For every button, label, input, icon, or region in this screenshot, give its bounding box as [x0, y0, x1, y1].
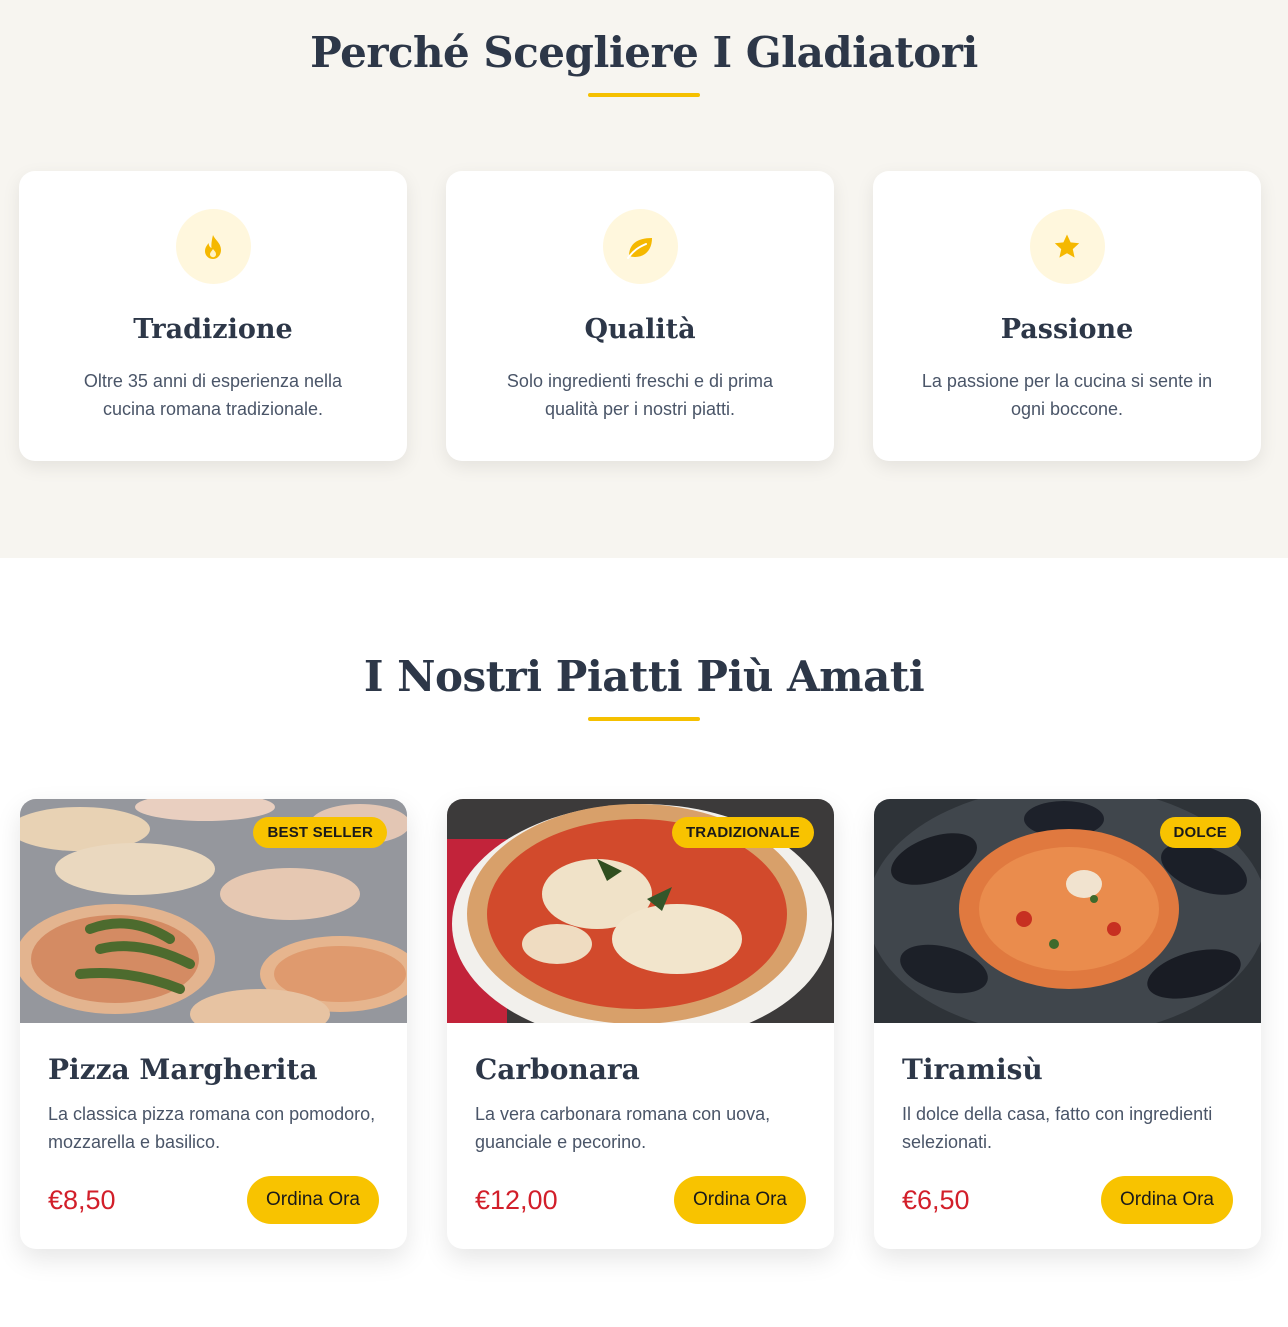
- leaf-icon: [602, 209, 678, 284]
- feature-text: La passione per la cucina si sente in og…: [921, 371, 1213, 419]
- order-now-button[interactable]: Ordina Ora: [674, 1176, 806, 1224]
- dish-name: Pizza Margherita: [48, 1053, 318, 1086]
- order-now-button[interactable]: Ordina Ora: [247, 1176, 379, 1224]
- dish-name: Tiramisù: [902, 1053, 1043, 1086]
- dish-description: La classica pizza romana con pomodoro, m…: [48, 1104, 376, 1152]
- feature-card-passione: Passione La passione per la cucina si se…: [873, 171, 1261, 461]
- features-row: Tradizione Oltre 35 anni di esperienza n…: [0, 171, 1288, 461]
- why-choose-us-section: Perché Scegliere I Gladiatori Tradizione…: [0, 0, 1288, 558]
- feature-title: Passione: [1000, 314, 1134, 345]
- dish-card-pizza-margherita: BEST SELLER Pizza Margherita La classica…: [20, 799, 407, 1249]
- feature-title: Tradizione: [133, 314, 293, 345]
- dish-card-tiramisu: DOLCE Tiramisù Il dolce della casa, fatt…: [874, 799, 1261, 1249]
- title-underline: [588, 717, 700, 721]
- star-icon: [1029, 209, 1105, 284]
- popular-dishes-section: I Nostri Piatti Più Amati BEST SELLER Pi…: [0, 558, 1288, 1327]
- dish-badge: TRADIZIONALE: [671, 817, 814, 848]
- fire-icon: [175, 209, 251, 284]
- title-underline: [588, 93, 700, 97]
- why-section-title: Perché Scegliere I Gladiatori: [310, 28, 978, 77]
- dish-price: €6,50: [902, 1184, 970, 1215]
- dish-name: Carbonara: [475, 1053, 640, 1086]
- dish-price: €12,00: [475, 1184, 558, 1215]
- dish-description: Il dolce della casa, fatto con ingredien…: [902, 1104, 1213, 1152]
- dish-badge: BEST SELLER: [253, 817, 387, 848]
- dish-image-pizzas: BEST SELLER: [20, 799, 407, 1023]
- feature-card-tradizione: Tradizione Oltre 35 anni di esperienza n…: [19, 171, 407, 461]
- dish-price: €8,50: [48, 1184, 116, 1215]
- feature-text: Oltre 35 anni di esperienza nella cucina…: [83, 371, 343, 419]
- dish-grid: BEST SELLER Pizza Margherita La classica…: [0, 799, 1288, 1249]
- dish-description: La vera carbonara romana con uova, guanc…: [475, 1104, 771, 1152]
- order-now-button[interactable]: Ordina Ora: [1101, 1176, 1233, 1224]
- dish-image-pizza: TRADIZIONALE: [447, 799, 834, 1023]
- dishes-section-title: I Nostri Piatti Più Amati: [363, 652, 925, 701]
- dish-card-carbonara: TRADIZIONALE Carbonara La vera carbonara…: [447, 799, 834, 1249]
- feature-title: Qualità: [584, 314, 696, 345]
- dish-badge: DOLCE: [1159, 817, 1241, 848]
- feature-text: Solo ingredienti freschi e di prima qual…: [506, 371, 774, 419]
- feature-card-qualita: Qualità Solo ingredienti freschi e di pr…: [446, 171, 834, 461]
- dish-image-seafood-risotto: DOLCE: [874, 799, 1261, 1023]
